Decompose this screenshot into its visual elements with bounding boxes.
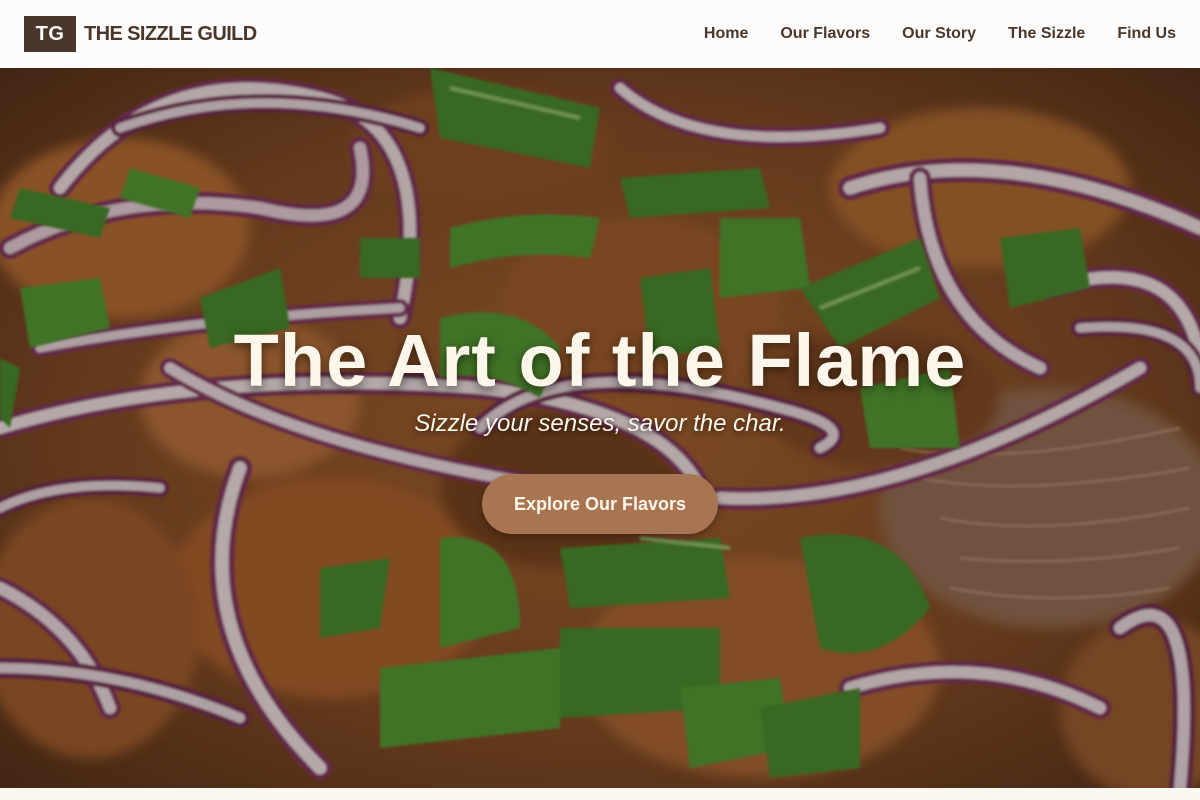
- hero-subtitle: Sizzle your senses, savor the char.: [414, 410, 786, 437]
- nav-link-our-story[interactable]: Our Story: [902, 25, 976, 43]
- page-bottom-strip: [0, 788, 1200, 800]
- main-nav: Home Our Flavors Our Story The Sizzle Fi…: [704, 25, 1176, 43]
- hero-content: The Art of the Flame Sizzle your senses,…: [0, 68, 1200, 788]
- nav-link-find-us[interactable]: Find Us: [1117, 25, 1176, 43]
- nav-link-the-sizzle[interactable]: The Sizzle: [1008, 25, 1085, 43]
- brand-name: THE SIZZLE GUILD: [84, 22, 257, 45]
- nav-link-home[interactable]: Home: [704, 25, 748, 43]
- brand-logo: TG: [24, 16, 76, 52]
- brand-home-link[interactable]: TG THE SIZZLE GUILD: [24, 16, 257, 52]
- site-header: TG THE SIZZLE GUILD Home Our Flavors Our…: [0, 0, 1200, 68]
- hero-title: The Art of the Flame: [233, 319, 967, 402]
- nav-link-our-flavors[interactable]: Our Flavors: [780, 25, 870, 43]
- explore-flavors-button[interactable]: Explore Our Flavors: [482, 474, 718, 534]
- hero-section: The Art of the Flame Sizzle your senses,…: [0, 68, 1200, 788]
